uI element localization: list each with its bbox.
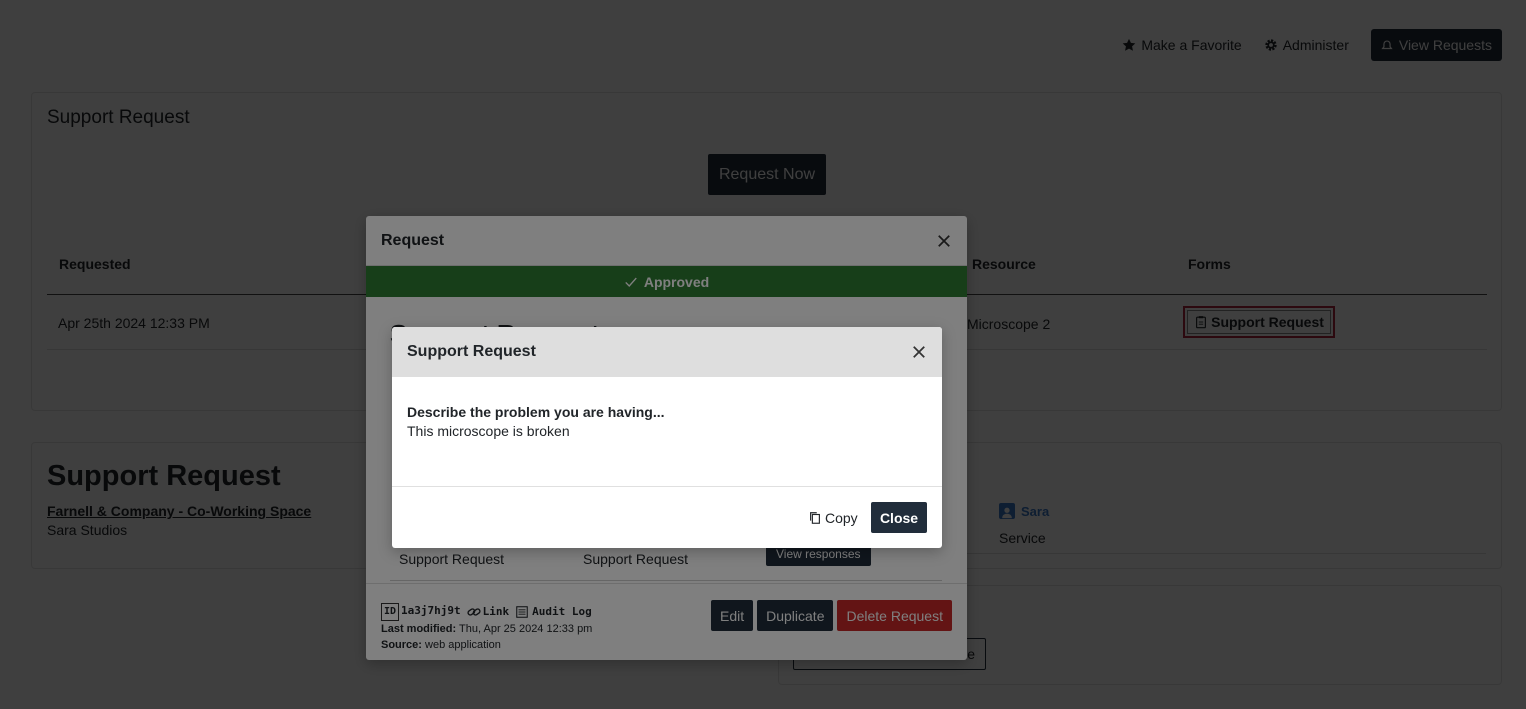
copy-button[interactable]: Copy (808, 510, 858, 526)
answer-text: This microscope is broken (407, 423, 570, 439)
copy-icon (808, 511, 822, 525)
support-modal-header: Support Request (392, 327, 942, 377)
copy-label: Copy (825, 510, 858, 526)
support-request-modal: Support Request Describe the problem you… (392, 327, 942, 548)
support-modal-title: Support Request (407, 343, 536, 360)
close-button[interactable]: Close (871, 502, 927, 533)
close-icon[interactable] (911, 344, 927, 360)
question-label: Describe the problem you are having... (407, 404, 665, 420)
support-modal-footer-divider (392, 486, 942, 487)
